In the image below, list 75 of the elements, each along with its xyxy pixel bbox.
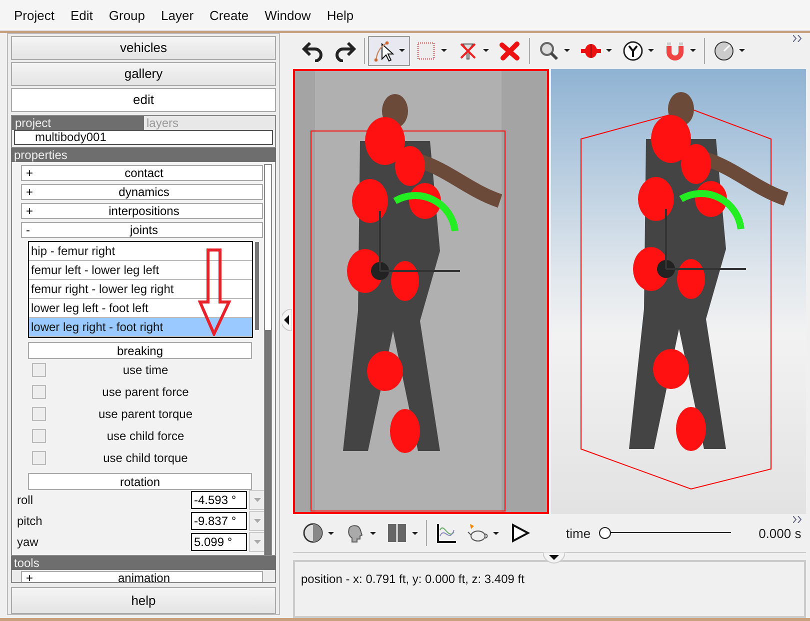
- checkbox-label: use child torque: [102, 450, 189, 465]
- field-label: pitch: [17, 514, 44, 528]
- checkbox-label: use time: [122, 362, 170, 377]
- graph-icon: [435, 522, 457, 544]
- split-view-icon: [386, 522, 408, 544]
- input-field[interactable]: 5.099 °: [191, 533, 247, 552]
- menu-item[interactable]: Project: [6, 4, 62, 26]
- scrollbar[interactable]: [264, 164, 272, 556]
- checkbox[interactable]: [32, 450, 46, 465]
- overflow-chevron-icon[interactable]: [793, 35, 802, 42]
- section-toggle[interactable]: + contact: [21, 164, 263, 181]
- dial-icon: [713, 40, 735, 62]
- menu-item[interactable]: Edit: [62, 4, 101, 26]
- checkbox[interactable]: [32, 428, 46, 443]
- list-item[interactable]: femur right - lower leg right: [29, 280, 252, 299]
- dropdown-button[interactable]: [249, 511, 265, 532]
- section-toggle[interactable]: + interpositions: [21, 202, 263, 219]
- viewport[interactable]: [293, 68, 549, 514]
- play-icon: [509, 522, 531, 544]
- tool-button[interactable]: [368, 36, 410, 66]
- checkbox-label: use child force: [106, 428, 186, 443]
- status-text: position - x: 0.791 ft, y: 0.000 ft, z: 3.409 ft: [300, 571, 526, 588]
- dropdown-button[interactable]: [249, 490, 265, 510]
- menu-item[interactable]: Layer: [153, 4, 202, 26]
- magnet-icon: [664, 40, 686, 62]
- caret-icon: [254, 540, 260, 544]
- teapot-icon: [467, 522, 489, 544]
- search-icon: [538, 40, 560, 62]
- down-arrow-icon: [198, 248, 232, 336]
- overflow-chevron-icon[interactable]: [793, 516, 802, 524]
- nav-button[interactable]: edit: [11, 88, 276, 112]
- section-toggle[interactable]: - joints: [21, 222, 263, 238]
- group-button[interactable]: rotation: [28, 472, 252, 490]
- nav-button[interactable]: gallery: [11, 62, 276, 86]
- menu-item[interactable]: Window: [256, 4, 319, 26]
- input-field[interactable]: -4.593 °: [191, 491, 247, 510]
- delete-icon: [499, 40, 521, 62]
- redo-icon: [334, 40, 356, 62]
- caret-icon: [254, 519, 260, 524]
- caret-icon: [254, 498, 260, 502]
- section-toggle[interactable]: + animation: [21, 571, 263, 582]
- list-item[interactable]: hip - femur right: [29, 242, 252, 261]
- sphere-icon: [302, 522, 324, 544]
- time-label: time: [566, 526, 591, 541]
- checkbox[interactable]: [32, 384, 46, 399]
- undo-icon: [302, 40, 324, 62]
- panel-tab[interactable]: project: [12, 116, 144, 130]
- checkbox-label: use parent torque: [97, 406, 194, 421]
- nav-button[interactable]: vehicles: [11, 36, 276, 60]
- input-field[interactable]: -9.837 °: [191, 512, 247, 530]
- slider-thumb[interactable]: [598, 527, 611, 540]
- list-item[interactable]: lower leg right - foot right: [29, 318, 252, 337]
- menu-item[interactable]: Help: [318, 4, 362, 26]
- section-header: properties: [11, 148, 276, 162]
- project-item[interactable]: multibody001: [14, 130, 273, 145]
- checkbox[interactable]: [32, 406, 46, 421]
- section-toggle[interactable]: + dynamics: [21, 184, 263, 200]
- pointer-icon: [373, 40, 395, 62]
- group-button[interactable]: breaking: [28, 342, 252, 359]
- dropdown-button[interactable]: [249, 532, 265, 552]
- collapse-handle-icon[interactable]: [543, 552, 565, 564]
- field-label: yaw: [17, 535, 40, 550]
- scrollbar-thumb[interactable]: [255, 242, 259, 330]
- list-item[interactable]: femur left - lower leg left: [29, 260, 252, 280]
- menu-item[interactable]: Group: [100, 4, 154, 26]
- checkbox[interactable]: [32, 362, 46, 377]
- menu-item[interactable]: Create: [202, 4, 257, 26]
- help-button[interactable]: help: [11, 587, 276, 614]
- section-header: tools: [11, 556, 276, 570]
- y-dial-icon: [622, 40, 644, 62]
- time-readout: 0.000 s: [758, 526, 802, 541]
- field-label: roll: [17, 493, 34, 508]
- viewport[interactable]: [551, 68, 806, 514]
- checkbox-label: use parent force: [101, 384, 190, 399]
- collapse-handle-icon[interactable]: [282, 309, 292, 331]
